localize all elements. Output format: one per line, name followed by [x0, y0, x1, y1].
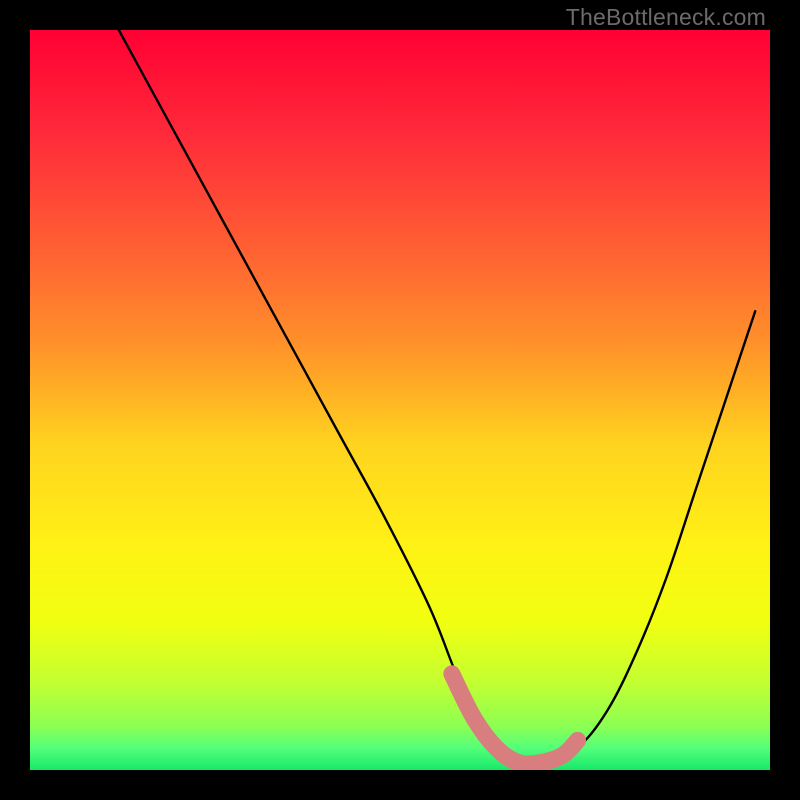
watermark: TheBottleneck.com	[566, 4, 766, 31]
chart-background	[30, 30, 770, 770]
bottleneck-chart	[30, 30, 770, 770]
